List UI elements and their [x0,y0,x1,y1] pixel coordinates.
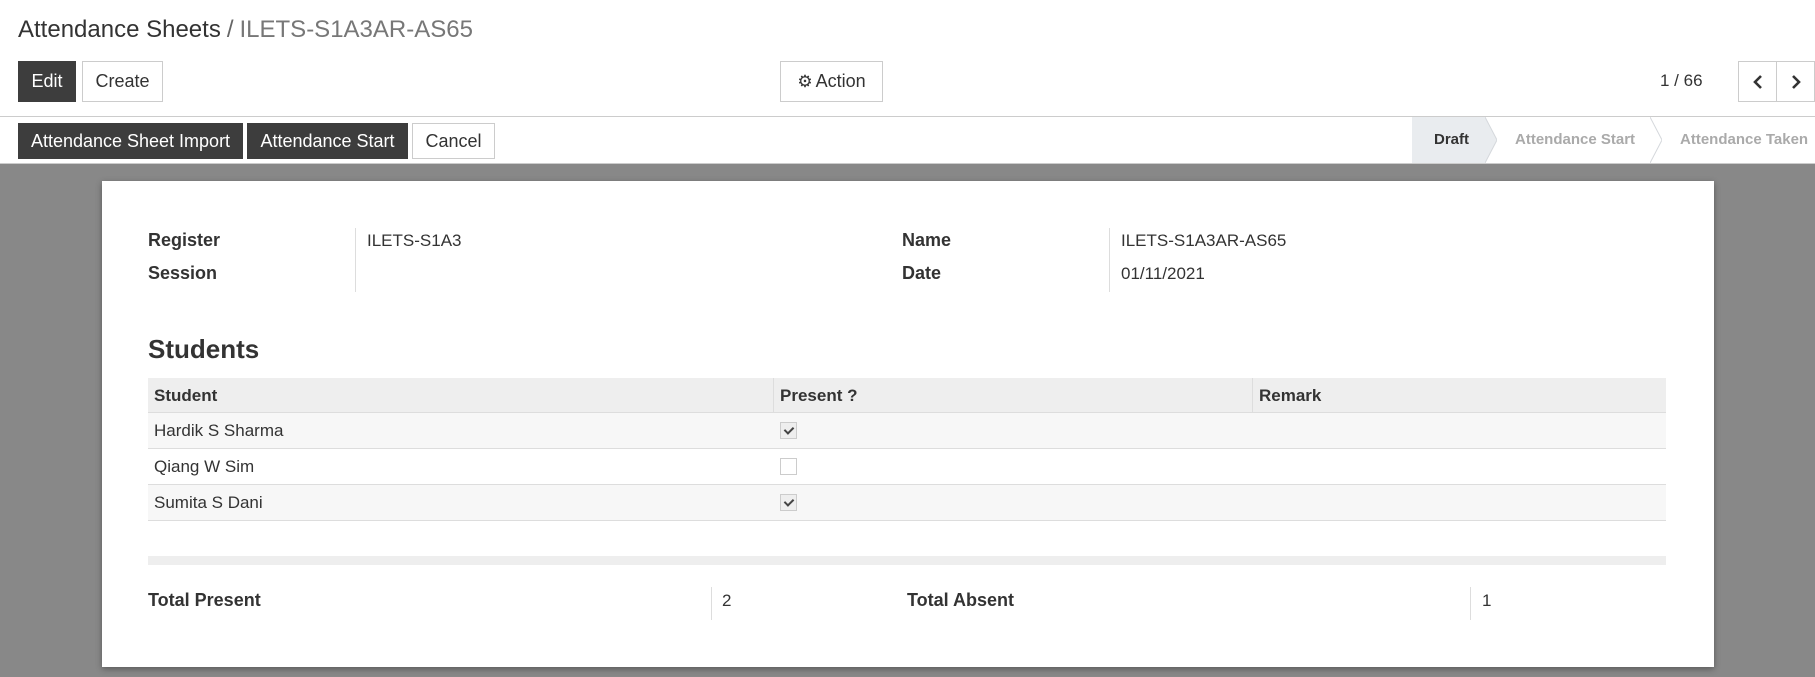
field-divider [1109,228,1110,292]
total-absent-value: 1 [1482,591,1492,610]
pager-next-button[interactable] [1776,61,1815,102]
name-value: ILETS-S1A3AR-AS65 [1121,231,1287,250]
date-value: 01/11/2021 [1121,264,1205,283]
stage-draft-label: Draft [1434,131,1470,148]
stage-draft[interactable]: Draft [1412,117,1497,163]
present-cell [774,485,1253,520]
stage-arrow-icon [1485,117,1497,163]
table-row[interactable]: Sumita S Dani [148,485,1666,521]
action-label: Action [815,71,866,91]
statusbar: Attendance Sheet Import Attendance Start… [0,117,1815,164]
present-checkbox[interactable] [780,494,797,511]
create-button[interactable]: Create [82,61,163,102]
remark-cell [1253,485,1666,520]
total-present-label: Total Present [148,590,261,610]
student-name: Sumita S Dani [154,493,263,512]
register-value: ILETS-S1A3 [367,231,462,250]
gear-icon: ⚙ [797,72,813,91]
students-table: Student Present ? Remark Hardik S Sharma… [148,378,1666,521]
pager-value[interactable]: 1 / 66 [1660,70,1703,92]
students-section-title: Students [148,334,260,364]
session-label: Session [148,263,218,283]
column-header-present[interactable]: Present ? [774,378,1253,412]
chevron-right-icon [1791,74,1801,89]
edit-button[interactable]: Edit [18,61,76,102]
attendance-sheet-import-button[interactable]: Attendance Sheet Import [18,123,243,159]
stage-attendance-start[interactable]: Attendance Start [1485,117,1662,163]
total-present-value: 2 [722,591,732,610]
date-label: Date [902,263,942,283]
name-label: Name [902,230,952,250]
breadcrumb-current: ILETS-S1A3AR-AS65 [239,16,473,43]
field-divider [355,228,356,292]
student-name: Hardik S Sharma [154,421,284,440]
total-absent-label: Total Absent [907,590,1014,610]
column-header-student[interactable]: Student [148,378,774,412]
breadcrumb-parent[interactable]: Attendance Sheets [18,16,221,43]
stage-attendance-taken[interactable]: Attendance Taken [1650,117,1815,163]
pager-previous-button[interactable] [1738,61,1777,102]
table-header: Student Present ? Remark [148,378,1666,413]
cancel-button[interactable]: Cancel [412,123,495,159]
breadcrumb: Attendance Sheets / ILETS-S1A3AR-AS65 [18,15,473,45]
present-checkbox[interactable] [780,458,797,475]
attendance-start-button[interactable]: Attendance Start [247,123,408,159]
stage-arrow-icon [1650,117,1662,163]
field-divider [1470,587,1471,620]
table-row[interactable]: Hardik S Sharma [148,413,1666,449]
stage-attendance-start-label: Attendance Start [1515,131,1636,148]
present-cell [774,449,1253,484]
present-cell [774,413,1253,448]
stage-pipeline: Draft Attendance Start Attendance Taken [1412,117,1815,163]
student-name: Qiang W Sim [154,457,255,476]
table-row[interactable]: Qiang W Sim [148,449,1666,485]
chevron-left-icon [1752,74,1762,89]
field-divider [711,587,712,620]
present-checkbox[interactable] [780,422,797,439]
register-label: Register [148,230,221,250]
control-panel: Attendance Sheets / ILETS-S1A3AR-AS65 Edit… [0,0,1815,117]
action-button[interactable]: ⚙ Action [780,61,883,102]
remark-cell [1253,413,1666,448]
table-footer-divider [148,556,1666,565]
breadcrumb-separator: / [226,16,234,43]
column-header-remark[interactable]: Remark [1253,378,1666,412]
remark-cell [1253,449,1666,484]
stage-attendance-taken-label: Attendance Taken [1680,131,1809,148]
